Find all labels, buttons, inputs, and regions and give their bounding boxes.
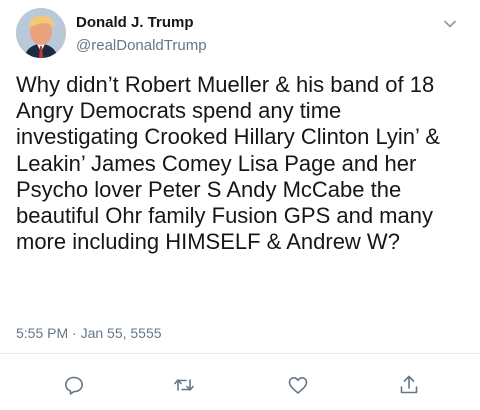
tweet-timestamp[interactable]: 5:55 PM · Jan 55, 5555 [16,325,162,341]
divider [0,353,480,354]
avatar-portrait-icon [16,8,66,58]
chevron-down-icon[interactable] [440,14,460,34]
reply-button[interactable] [62,373,86,397]
avatar[interactable] [16,8,66,58]
author-name[interactable]: Donald J. Trump [76,14,194,31]
like-button[interactable] [286,373,310,397]
author-handle[interactable]: @realDonaldTrump [76,37,207,54]
retweet-icon [174,379,194,391]
retweet-button[interactable] [172,373,196,397]
share-icon [400,375,418,394]
tweet-text: Why didn’t Robert Mueller & his band of … [16,72,440,255]
reply-icon [65,376,83,395]
heart-icon [288,377,308,394]
tweet-card: Donald J. Trump @realDonaldTrump Why did… [0,0,480,410]
share-button[interactable] [397,373,421,397]
